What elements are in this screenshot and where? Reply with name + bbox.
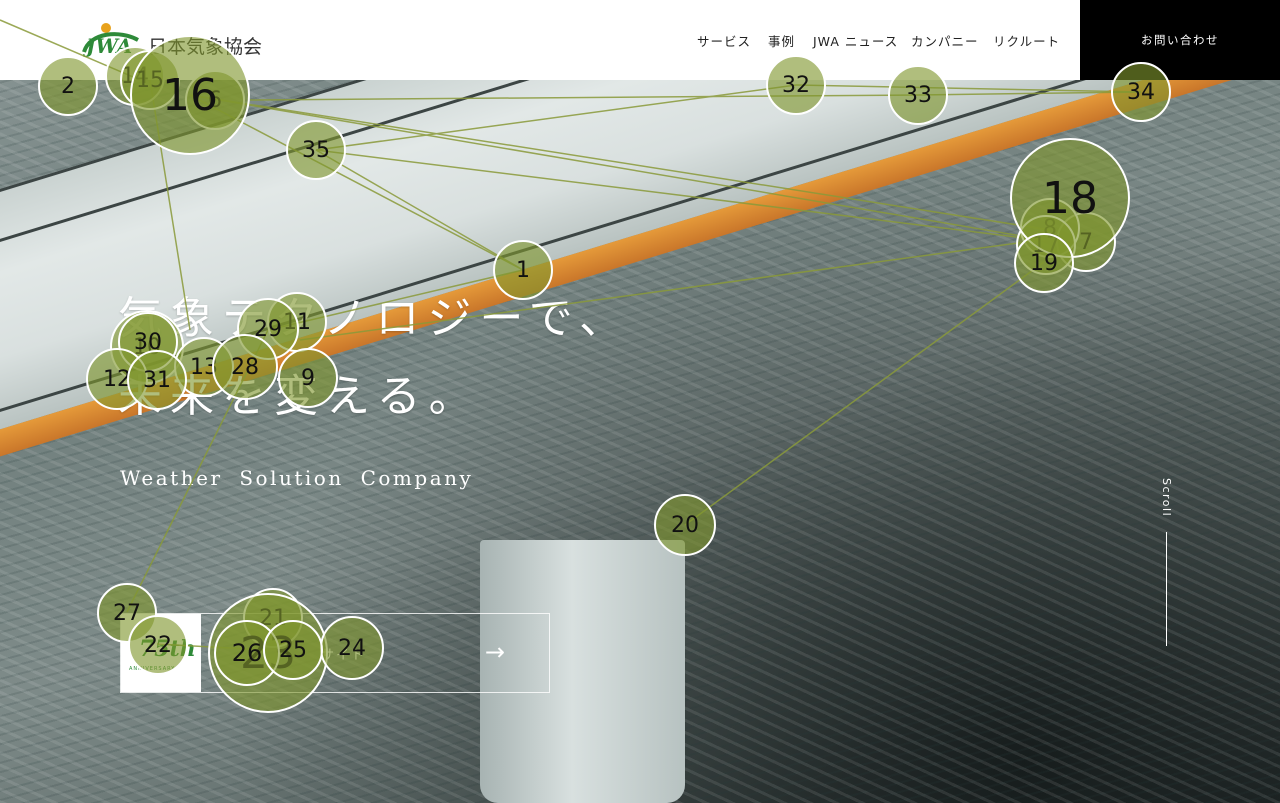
banner-label: サイト	[321, 648, 367, 663]
nav-cases[interactable]: 事例	[768, 31, 795, 50]
anniversary-thumbnail: 75th ANNIVERSARY	[121, 614, 201, 692]
hero-subtitle: Weather Solution Company	[120, 466, 474, 490]
anniversary-sub: ANNIVERSARY	[129, 666, 176, 672]
site-header: JWA 日本気象協会 サービス 事例 JWA ニュース カンパニー リクルート	[0, 0, 1080, 80]
nav-company[interactable]: カンパニー	[911, 31, 979, 50]
nav-news[interactable]: JWA ニュース	[813, 31, 898, 50]
jwa-logo-icon[interactable]: JWA	[80, 22, 140, 58]
catchcopy-line-2: 未来を変える。	[118, 371, 481, 422]
svg-text:JWA: JWA	[82, 34, 132, 58]
nav-recruit[interactable]: リクルート	[993, 31, 1060, 50]
nav-services[interactable]: サービス	[697, 31, 751, 50]
hero-catchcopy: 気象テクノロジーで、 未来を変える。	[118, 280, 631, 436]
contact-button[interactable]: お問い合わせ	[1080, 0, 1280, 80]
logo-wordmark[interactable]: 日本気象協会	[148, 32, 262, 59]
scroll-indicator-line	[1166, 532, 1167, 646]
scroll-indicator-label: Scroll	[1160, 478, 1173, 518]
anniversary-mark: 75th	[139, 636, 196, 662]
catchcopy-line-1: 気象テクノロジーで、	[118, 293, 631, 344]
anniversary-banner[interactable]: 75th ANNIVERSARY サイト →	[120, 613, 550, 693]
arrow-right-icon: →	[484, 638, 505, 666]
